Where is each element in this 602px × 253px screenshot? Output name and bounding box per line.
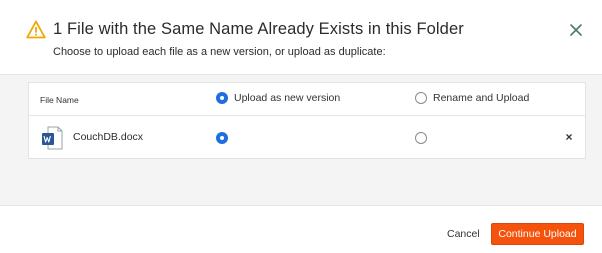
row-rename-radio[interactable] (415, 132, 427, 144)
rename-label: Rename and Upload (433, 92, 530, 104)
dialog-header: 1 File with the Same Name Already Exists… (0, 0, 602, 74)
select-all-rename-option[interactable]: Rename and Upload (415, 92, 529, 104)
dialog-body: File Name Upload as new version Rename a… (0, 74, 602, 206)
cancel-button[interactable]: Cancel (441, 223, 486, 245)
continue-upload-button[interactable]: Continue Upload (491, 223, 584, 245)
warning-triangle-icon (26, 20, 46, 39)
remove-file-button[interactable]: × (563, 131, 575, 143)
select-all-new-version-option[interactable]: Upload as new version (216, 92, 340, 104)
word-document-icon (42, 126, 63, 150)
new-version-label: Upload as new version (234, 92, 341, 104)
file-name: CouchDB.docx (73, 131, 144, 143)
dialog-title: 1 File with the Same Name Already Exists… (53, 20, 464, 38)
duplicate-file-dialog: 1 File with the Same Name Already Exists… (0, 0, 602, 253)
table-row: CouchDB.docx × (29, 117, 585, 159)
select-all-new-version-radio[interactable] (216, 92, 228, 104)
file-conflict-table: File Name Upload as new version Rename a… (28, 82, 586, 159)
select-all-rename-radio[interactable] (415, 92, 427, 104)
table-header-row: File Name Upload as new version Rename a… (29, 83, 585, 116)
dialog-footer: Cancel Continue Upload (0, 206, 602, 253)
close-icon[interactable] (568, 22, 584, 38)
row-new-version-radio[interactable] (216, 132, 228, 144)
column-header-file-name: File Name (40, 95, 79, 105)
dialog-subtitle: Choose to upload each file as a new vers… (53, 46, 386, 58)
